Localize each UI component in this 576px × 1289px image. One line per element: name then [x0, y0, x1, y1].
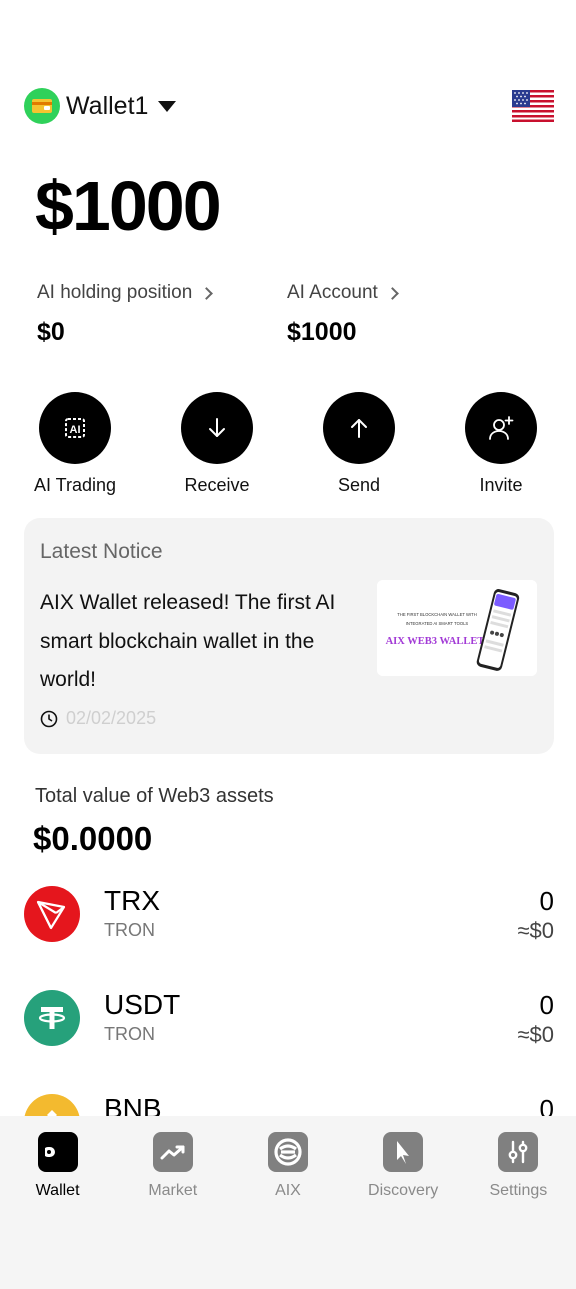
asset-fiat-value: ≈$0 — [517, 1022, 554, 1047]
asset-values: 0 ≈$0 — [517, 886, 554, 944]
ai-holding-label-row: AI holding position — [37, 282, 287, 304]
clock-icon — [40, 710, 58, 727]
asset-values: 0 ≈$0 — [517, 990, 554, 1048]
svg-text:AI: AI — [70, 424, 81, 436]
header: Wallet1 — [24, 86, 554, 126]
us-flag-icon[interactable] — [512, 90, 554, 122]
asset-names: TRX TRON — [104, 886, 160, 941]
wallet-icon — [37, 1132, 78, 1172]
asset-chain: TRON — [104, 1024, 155, 1044]
asset-fiat-value: ≈$0 — [517, 918, 554, 943]
tether-logo-icon — [24, 990, 80, 1046]
notice-thumbnail[interactable]: THE FIRST BLOCKCHAIN WALLET WITH INTEGRA… — [377, 580, 537, 676]
notice-date-row: 02/02/2025 — [40, 708, 156, 729]
thumb-title: AIX WEB3 WALLET — [386, 636, 485, 647]
asset-symbol: BNB — [104, 1093, 162, 1117]
receive-label: Receive — [184, 475, 250, 495]
ai-chip-icon: AI — [39, 392, 111, 464]
asset-amount: 0 — [539, 1094, 554, 1116]
asset-symbol: TRX — [104, 885, 160, 916]
asset-amount: 0 — [539, 990, 554, 1020]
tab-settings[interactable]: Settings — [461, 1132, 576, 1289]
asset-amount: 0 — [539, 886, 554, 916]
send-label: Send — [337, 475, 381, 495]
total-balance: $1000 — [35, 167, 222, 245]
tab-label: Market — [148, 1182, 198, 1199]
quick-actions: AI AI Trading Receive Send Invite — [16, 392, 560, 496]
web3-total-value: $0.0000 — [33, 820, 153, 857]
arrow-up-icon — [323, 392, 395, 464]
ai-holding-label: AI holding position — [37, 282, 193, 303]
aix-logo-icon — [267, 1132, 308, 1172]
ai-trading-label: AI Trading — [33, 475, 117, 495]
tab-discovery[interactable]: Discovery — [346, 1132, 461, 1289]
tab-label: Settings — [489, 1182, 548, 1199]
ai-account-value: $1000 — [287, 318, 357, 346]
chevron-right-icon — [385, 286, 399, 300]
asset-row-bnb[interactable]: BNB 0 — [24, 1080, 554, 1116]
asset-list: TRX TRON 0 ≈$0 USDT TRON 0 ≈$0 BNB 0 — [24, 872, 554, 1116]
thumb-line2: INTEGRATED AI SMART TOOLS — [406, 621, 469, 626]
sliders-icon — [498, 1132, 539, 1172]
asset-row-trx[interactable]: TRX TRON 0 ≈$0 — [24, 872, 554, 976]
notice-date: 02/02/2025 — [66, 708, 157, 728]
tab-label: Discovery — [368, 1182, 439, 1199]
chevron-down-icon — [158, 100, 177, 112]
send-button[interactable]: Send — [300, 392, 418, 496]
notice-title: Latest Notice — [40, 540, 163, 563]
chevron-right-icon — [200, 286, 214, 300]
asset-chain: TRON — [104, 920, 155, 940]
asset-names: BNB — [104, 1093, 162, 1117]
wallet-name: Wallet1 — [66, 91, 149, 120]
tab-aix[interactable]: AIX — [230, 1132, 345, 1289]
chart-trend-icon — [152, 1132, 193, 1172]
asset-symbol: USDT — [104, 989, 181, 1020]
latest-notice-card[interactable]: Latest Notice AIX Wallet released! The f… — [24, 518, 554, 754]
ai-trading-button[interactable]: AI AI Trading — [16, 392, 134, 496]
thumb-line1: THE FIRST BLOCKCHAIN WALLET WITH — [397, 612, 477, 617]
arrow-down-icon — [181, 392, 253, 464]
ai-stats: AI holding position $0 AI Account $1000 — [37, 282, 537, 347]
bnb-logo-icon — [24, 1094, 80, 1116]
invite-button[interactable]: Invite — [442, 392, 560, 496]
tab-wallet[interactable]: Wallet — [0, 1132, 115, 1289]
ai-holding-value: $0 — [37, 318, 65, 346]
compass-icon — [383, 1132, 424, 1172]
web3-total-label: Total value of Web3 assets — [35, 785, 274, 807]
asset-values: 0 — [540, 1094, 554, 1116]
add-user-icon — [465, 392, 537, 464]
bottom-tab-bar: Wallet Market AIX Discovery Settings — [0, 1116, 576, 1289]
tron-logo-icon — [24, 886, 80, 942]
tab-label: AIX — [275, 1182, 301, 1199]
wallet-card-icon — [24, 88, 60, 124]
wallet-switcher[interactable]: Wallet1 — [24, 88, 177, 124]
ai-account-label: AI Account — [287, 282, 378, 303]
ai-holding-position[interactable]: AI holding position $0 — [37, 282, 287, 347]
asset-names: USDT TRON — [104, 990, 180, 1045]
ai-account-label-row: AI Account — [287, 282, 537, 304]
ai-account[interactable]: AI Account $1000 — [287, 282, 537, 347]
tab-label: Wallet — [35, 1182, 80, 1199]
invite-label: Invite — [479, 475, 523, 495]
asset-row-usdt[interactable]: USDT TRON 0 ≈$0 — [24, 976, 554, 1080]
notice-text: AIX Wallet released! The first AI smart … — [40, 591, 336, 691]
receive-button[interactable]: Receive — [158, 392, 276, 496]
tab-market[interactable]: Market — [115, 1132, 230, 1289]
